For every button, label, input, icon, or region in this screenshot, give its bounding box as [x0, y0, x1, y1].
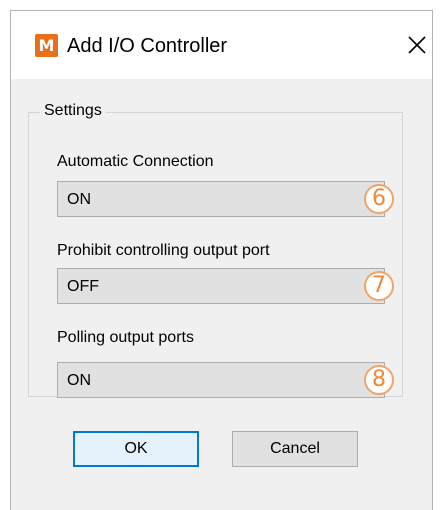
- callout-badge-8: 8: [364, 365, 394, 395]
- automatic-connection-value: ON: [67, 191, 91, 208]
- prohibit-output-port-label: Prohibit controlling output port: [57, 242, 270, 259]
- prohibit-output-port-value: OFF: [67, 278, 99, 295]
- automatic-connection-label: Automatic Connection: [57, 153, 214, 170]
- callout-badge-7: 7: [364, 271, 394, 301]
- close-button[interactable]: [406, 27, 432, 63]
- automatic-connection-select[interactable]: ON: [57, 181, 385, 217]
- app-logo-icon: M: [35, 34, 58, 57]
- polling-output-ports-label: Polling output ports: [57, 329, 194, 346]
- cancel-button[interactable]: Cancel: [232, 431, 358, 467]
- settings-group-label: Settings: [40, 101, 106, 121]
- close-icon: [408, 36, 426, 54]
- window-title: Add I/O Controller: [67, 35, 228, 57]
- polling-output-ports-select[interactable]: ON: [57, 362, 385, 398]
- title-bar: M Add I/O Controller: [11, 11, 432, 79]
- callout-badge-6: 6: [364, 184, 394, 214]
- ok-button[interactable]: OK: [73, 431, 199, 467]
- polling-output-ports-value: ON: [67, 372, 91, 389]
- prohibit-output-port-select[interactable]: OFF: [57, 268, 385, 304]
